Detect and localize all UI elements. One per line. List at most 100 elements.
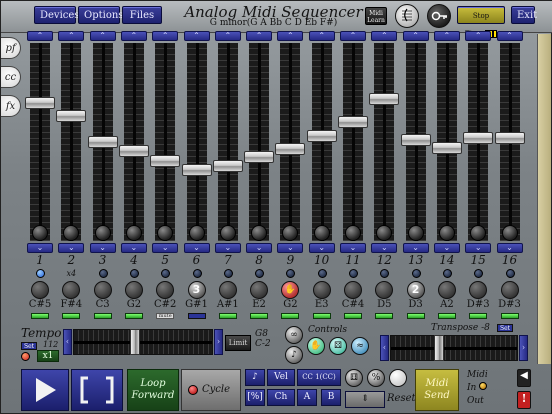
channel-option-icon[interactable]: 3 [187,281,206,299]
channel-step-dot[interactable] [192,269,202,278]
channel-knob[interactable] [94,225,111,241]
channel-slider-track[interactable] [30,43,50,241]
percent-icon[interactable]: % [367,369,385,387]
bracket-button[interactable] [71,369,123,411]
channel-down-arrow[interactable]: ⌄ [27,243,53,253]
hand-icon[interactable]: ✋ [307,337,325,355]
channel-option-icon[interactable] [500,281,519,299]
channel-fader[interactable] [181,163,212,176]
channel-option-icon[interactable] [437,281,456,299]
tempo-slider[interactable] [73,329,213,355]
channel-down-arrow[interactable]: ⌄ [214,243,241,253]
channel-slider-track[interactable] [123,43,144,241]
channel-step-dot[interactable] [474,269,484,278]
channel-fader[interactable] [212,160,243,173]
channel-fader[interactable] [431,141,462,154]
channel-fader[interactable] [463,132,494,145]
percent-button[interactable]: [%] [245,389,265,406]
channel-slider-track[interactable] [280,43,301,241]
channel-knob[interactable] [219,225,236,241]
channel-down-arrow[interactable]: ⌄ [465,243,492,253]
channel-step-dot[interactable] [98,269,108,278]
channel-down-arrow[interactable]: ⌄ [152,243,179,253]
channel-step-dot[interactable] [317,269,327,278]
channel-up-arrow[interactable]: ⌃ [433,31,460,41]
tempo-right-arrow[interactable]: › [214,329,223,355]
channel-mute-led[interactable] [187,313,206,319]
channel-knob[interactable] [407,225,424,241]
channel-down-arrow[interactable]: ⌄ [277,243,304,253]
channel-option-icon[interactable]: 2 [406,281,425,299]
tab-pf[interactable]: pf [1,37,21,59]
channel-step-dot[interactable] [349,269,358,278]
channel-up-arrow[interactable]: ⌃ [120,31,147,41]
channel-knob[interactable] [501,225,518,241]
ch-button[interactable]: Ch [267,389,295,406]
files-button[interactable]: Files [122,6,162,24]
a-button[interactable]: A [297,389,317,406]
tab-fx[interactable]: fx [1,95,21,117]
speaker-icon[interactable]: ◀ [517,369,531,387]
channel-step-dot[interactable] [411,269,421,278]
midi-send-button[interactable]: Midi Send [415,369,459,411]
channel-knob[interactable] [251,225,268,241]
channel-mute-led[interactable] [124,313,143,319]
channel-fader[interactable] [244,150,275,163]
channel-slider-track[interactable] [61,43,82,241]
channel-up-arrow[interactable]: ⌃ [402,31,429,41]
midi-learn-button[interactable]: Midi Learn [365,7,387,25]
channel-down-arrow[interactable]: ⌄ [433,243,460,253]
transpose-slider[interactable] [390,335,518,361]
channel-slider-track[interactable] [249,43,270,241]
channel-option-icon[interactable]: ✋ [281,281,300,299]
channel-option-icon[interactable] [344,281,362,299]
channel-step-dot[interactable] [161,269,171,278]
vel-button[interactable]: Vel [267,369,295,386]
channel-step-dot[interactable] [380,269,390,278]
up-down-button[interactable]: ⇕ [345,391,385,408]
tab-cc[interactable]: cc [1,66,21,88]
channel-mute-led[interactable] [375,313,394,319]
channel-knob[interactable] [438,225,455,241]
channel-up-arrow[interactable]: ⌃ [27,31,53,41]
channel-down-arrow[interactable]: ⌄ [183,243,210,253]
channel-option-icon[interactable] [250,281,269,299]
channel-fader[interactable] [494,132,525,145]
transpose-right-arrow[interactable]: › [519,335,528,361]
channel-fader[interactable] [56,109,87,122]
channel-up-arrow[interactable]: ⌃ [465,31,492,41]
channel-down-arrow[interactable]: ⌄ [402,243,429,253]
channel-up-arrow[interactable]: ⌃ [277,31,304,41]
dice-control-icon[interactable]: ⚄ [329,337,347,355]
channel-option-icon[interactable] [469,281,488,299]
channel-knob[interactable] [313,225,330,241]
channel-down-arrow[interactable]: ⌄ [120,243,147,253]
channel-fader[interactable] [400,134,431,147]
clef-icon[interactable] [395,4,419,28]
channel-up-arrow[interactable]: ⌃ [308,31,335,41]
channel-step-dot[interactable] [442,269,452,278]
channel-fader[interactable] [338,115,368,128]
key-icon[interactable] [427,4,451,28]
channel-down-arrow[interactable]: ⌄ [89,243,116,253]
channel-fader[interactable] [25,96,55,109]
channel-mute-led[interactable] [500,313,519,319]
channel-slider-track[interactable] [155,43,176,241]
cycle-button[interactable]: Cycle [181,369,241,411]
channel-mute-led[interactable] [469,313,488,319]
channel-step-dot[interactable] [255,269,265,278]
channel-slider-track[interactable] [343,43,363,241]
play-button[interactable] [21,369,69,411]
transpose-slider-knob[interactable] [433,335,444,361]
channel-up-arrow[interactable]: ⌃ [152,31,179,41]
channel-fader[interactable] [87,136,118,148]
channel-mute-led[interactable]: mute [156,313,175,319]
channel-option-icon[interactable] [375,281,394,299]
channel-fader[interactable] [369,93,400,106]
channel-mute-led[interactable] [93,313,112,319]
channel-up-arrow[interactable]: ⌃ [496,31,523,41]
channel-down-arrow[interactable]: ⌄ [246,243,273,253]
wave-icon[interactable]: ≈ [351,337,369,355]
channel-fader[interactable] [306,130,337,143]
channel-mute-led[interactable] [281,313,300,319]
